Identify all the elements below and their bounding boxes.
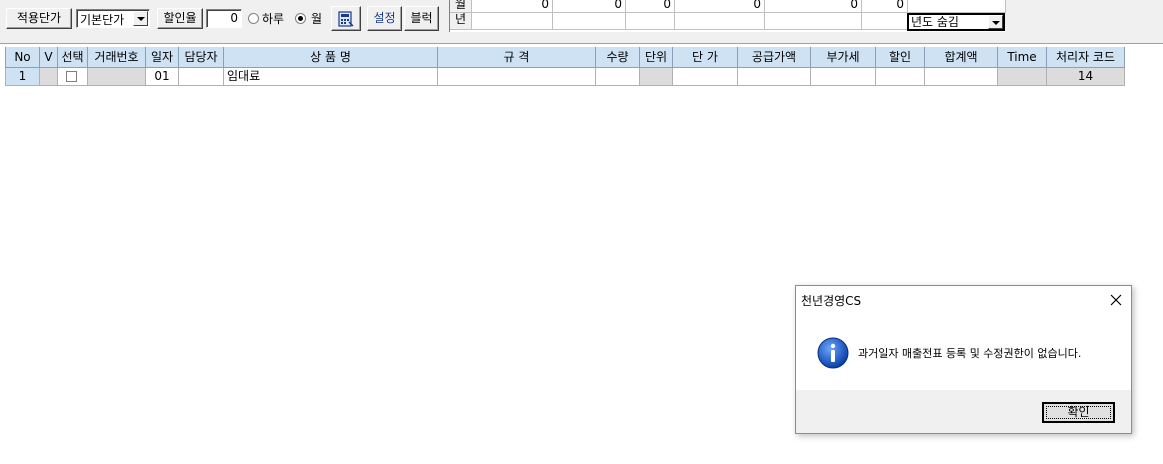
cell-supply-amount[interactable] bbox=[738, 68, 811, 86]
cell-handler-code[interactable]: 14 bbox=[1047, 68, 1125, 86]
col-header-spec[interactable]: 규 격 bbox=[438, 47, 596, 68]
dialog-title: 천년경영CS bbox=[801, 294, 862, 308]
summary-year-value bbox=[553, 13, 626, 30]
message-dialog: 천년경영CS 과거일자 매출전표 등록 및 수정권한이 없습니다. 확인 bbox=[795, 285, 1132, 434]
dialog-message: 과거일자 매출전표 등록 및 수정권한이 없습니다. bbox=[858, 347, 1082, 360]
year-hide-select-value: 년도 숨김 bbox=[911, 15, 959, 29]
col-header-supply-amount[interactable]: 공급가액 bbox=[738, 47, 811, 68]
discount-rate-input[interactable]: 0 bbox=[206, 9, 242, 28]
price-type-label-button[interactable]: 적용단가 bbox=[6, 8, 72, 29]
summary-year-value bbox=[472, 13, 553, 30]
cell-spec[interactable] bbox=[438, 68, 596, 86]
summary-year-value bbox=[765, 13, 862, 30]
summary-month-value: 0 bbox=[675, 0, 765, 13]
cell-time[interactable] bbox=[998, 68, 1047, 86]
cell-date[interactable]: 01 bbox=[146, 68, 179, 86]
toolbar-separator bbox=[0, 40, 1163, 44]
summary-year-value bbox=[626, 13, 675, 30]
summary-month-value: 0 bbox=[553, 0, 626, 13]
chevron-down-icon[interactable] bbox=[988, 15, 1003, 29]
col-header-product-name[interactable]: 상 품 명 bbox=[224, 47, 438, 68]
col-header-quantity[interactable]: 수량 bbox=[596, 47, 640, 68]
cell-product-name[interactable]: 임대료 bbox=[224, 68, 438, 86]
col-header-unit[interactable]: 단위 bbox=[640, 47, 673, 68]
summary-row-year-label: 년 bbox=[450, 13, 472, 30]
summary-grid: 월 년 0 0 0 0 0 0 년도 숨김 bbox=[449, 0, 1006, 32]
close-icon bbox=[1110, 294, 1122, 306]
cell-total[interactable] bbox=[925, 68, 998, 86]
summary-month-value: 0 bbox=[765, 0, 862, 13]
chevron-down-icon[interactable] bbox=[133, 11, 148, 26]
block-button[interactable]: 블럭 bbox=[404, 6, 439, 31]
cell-quantity[interactable] bbox=[596, 68, 640, 86]
row-select-checkbox[interactable] bbox=[66, 71, 77, 82]
cell-manager[interactable] bbox=[179, 68, 224, 86]
col-header-discount[interactable]: 할인 bbox=[876, 47, 925, 68]
summary-month-value bbox=[908, 0, 1006, 13]
col-header-handler-code[interactable]: 처리자 코드 bbox=[1047, 47, 1125, 68]
price-type-select-value: 기본단가 bbox=[80, 13, 125, 27]
cell-unit[interactable] bbox=[640, 68, 673, 86]
radio-day-label: 하루 bbox=[262, 12, 285, 26]
cell-no[interactable]: 1 bbox=[5, 68, 40, 86]
summary-year-value bbox=[862, 13, 908, 30]
calculator-icon bbox=[338, 11, 354, 27]
close-button[interactable] bbox=[1106, 291, 1126, 309]
radio-day[interactable] bbox=[248, 13, 259, 24]
cell-unit-price[interactable] bbox=[673, 68, 738, 86]
year-hide-select[interactable]: 년도 숨김 bbox=[907, 13, 1005, 31]
summary-month-value: 0 bbox=[862, 0, 908, 13]
col-header-time[interactable]: Time bbox=[998, 47, 1047, 68]
col-header-select[interactable]: 선택 bbox=[58, 47, 88, 68]
price-type-select[interactable]: 기본단가 bbox=[76, 9, 150, 28]
col-header-no[interactable]: No bbox=[5, 47, 40, 68]
col-header-date[interactable]: 일자 bbox=[146, 47, 179, 68]
radio-month-label: 월 bbox=[311, 12, 323, 26]
summary-month-value: 0 bbox=[472, 0, 553, 13]
radio-month[interactable] bbox=[295, 13, 306, 24]
calculator-button[interactable] bbox=[331, 6, 361, 31]
col-header-manager[interactable]: 담당자 bbox=[179, 47, 224, 68]
settings-button[interactable]: 설정 bbox=[367, 6, 402, 31]
col-header-vat[interactable]: 부가세 bbox=[811, 47, 876, 68]
cell-transaction-no[interactable] bbox=[88, 68, 146, 86]
col-header-unit-price[interactable]: 단 가 bbox=[673, 47, 738, 68]
info-icon bbox=[817, 337, 849, 369]
ok-button[interactable]: 확인 bbox=[1042, 402, 1115, 423]
cell-vat[interactable] bbox=[811, 68, 876, 86]
discount-rate-label[interactable]: 할인율 bbox=[157, 8, 203, 29]
cell-select[interactable] bbox=[58, 68, 88, 86]
summary-month-value: 0 bbox=[626, 0, 675, 13]
col-header-transaction-no[interactable]: 거래번호 bbox=[88, 47, 146, 68]
summary-year-value bbox=[675, 13, 765, 30]
cell-discount[interactable] bbox=[876, 68, 925, 86]
col-header-v[interactable]: V bbox=[40, 47, 58, 68]
dialog-footer: 확인 bbox=[796, 390, 1131, 433]
col-header-total[interactable]: 합계액 bbox=[925, 47, 998, 68]
cell-v[interactable] bbox=[40, 68, 58, 86]
